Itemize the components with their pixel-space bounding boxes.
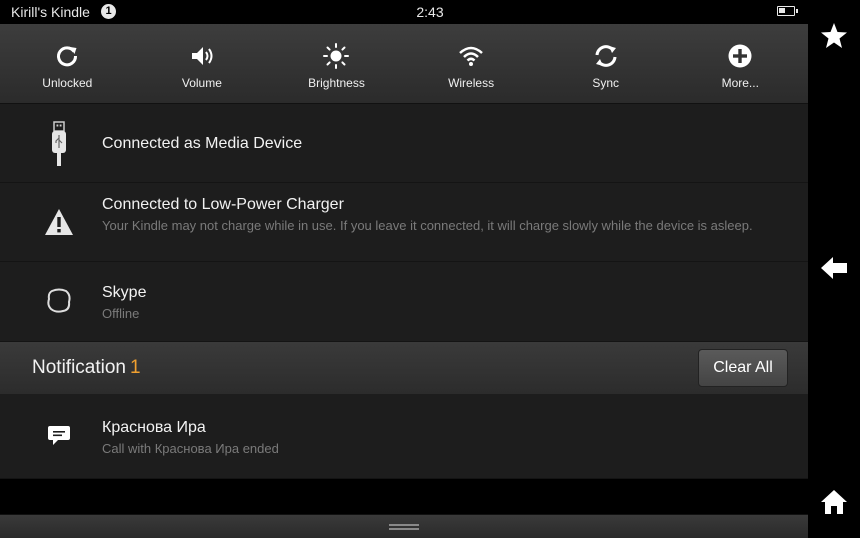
list-item-title: Connected as Media Device — [102, 135, 303, 152]
panel-drag-handle[interactable] — [0, 514, 808, 538]
usb-icon — [40, 121, 78, 167]
home-icon — [821, 490, 847, 514]
clear-all-button[interactable]: Clear All — [698, 349, 788, 387]
status-bar: Kirill's Kindle 1 2:43 — [0, 0, 808, 24]
warning-icon — [40, 208, 78, 236]
quick-settings-bar: Unlocked Volume Brightness Wireless Sync… — [0, 24, 808, 104]
battery-icon — [777, 6, 798, 16]
list-item-subtitle: Offline — [102, 306, 140, 321]
back-arrow-icon — [821, 257, 847, 279]
plus-icon — [728, 44, 752, 68]
quick-setting-label: Brightness — [308, 76, 365, 90]
list-item-skype[interactable]: Skype Offline — [0, 262, 808, 342]
notification-count-badge: 1 — [101, 4, 116, 19]
quick-setting-more[interactable]: More... — [673, 24, 808, 103]
list-item-media-device[interactable]: Connected as Media Device — [0, 104, 808, 183]
chat-bubble-icon — [40, 425, 78, 447]
list-item-title: Connected to Low-Power Charger — [102, 196, 344, 213]
quick-setting-sync[interactable]: Sync — [538, 24, 673, 103]
notification-subtitle: Call with Краснова Ира ended — [102, 441, 279, 456]
sync-icon — [595, 45, 617, 67]
grip-icon — [389, 524, 419, 530]
volume-icon — [191, 47, 213, 65]
list-item-subtitle: Your Kindle may not charge while in use.… — [102, 218, 753, 233]
notification-title: Краснова Ира — [102, 419, 206, 436]
quick-setting-label: More... — [721, 76, 759, 90]
rotation-unlocked-icon — [57, 46, 78, 67]
quick-setting-label: Wireless — [448, 76, 495, 90]
brightness-icon — [323, 43, 350, 69]
list-item-low-power-charger[interactable]: Connected to Low-Power Charger Your Kind… — [0, 183, 808, 262]
notification-header: Notification 1 Clear All — [0, 342, 808, 394]
quick-setting-unlocked[interactable]: Unlocked — [0, 24, 135, 103]
list-item-title: Skype — [102, 284, 147, 301]
favorites-button[interactable] — [818, 20, 850, 52]
home-button[interactable] — [818, 486, 850, 518]
back-button[interactable] — [818, 252, 850, 284]
star-icon — [821, 23, 847, 48]
clock: 2:43 — [416, 4, 444, 20]
notification-heading-label: Notification — [32, 357, 126, 378]
nav-bar — [808, 0, 860, 538]
quick-setting-label: Sync — [592, 76, 620, 90]
notification-heading: Notification 1 — [32, 357, 141, 379]
quick-setting-volume[interactable]: Volume — [135, 24, 270, 103]
quick-setting-label: Volume — [181, 76, 222, 90]
notification-item[interactable]: Краснова Ира Call with Краснова Ира ende… — [0, 394, 808, 479]
skype-icon — [40, 288, 78, 314]
notification-count: 1 — [130, 357, 141, 378]
quick-setting-brightness[interactable]: Brightness — [269, 24, 404, 103]
device-name: Kirill's Kindle — [11, 4, 90, 20]
quick-setting-label: Unlocked — [42, 76, 93, 90]
connections-list: Connected as Media Device Connected to L… — [0, 104, 808, 342]
quick-setting-wireless[interactable]: Wireless — [404, 24, 539, 103]
wifi-icon — [459, 46, 483, 66]
